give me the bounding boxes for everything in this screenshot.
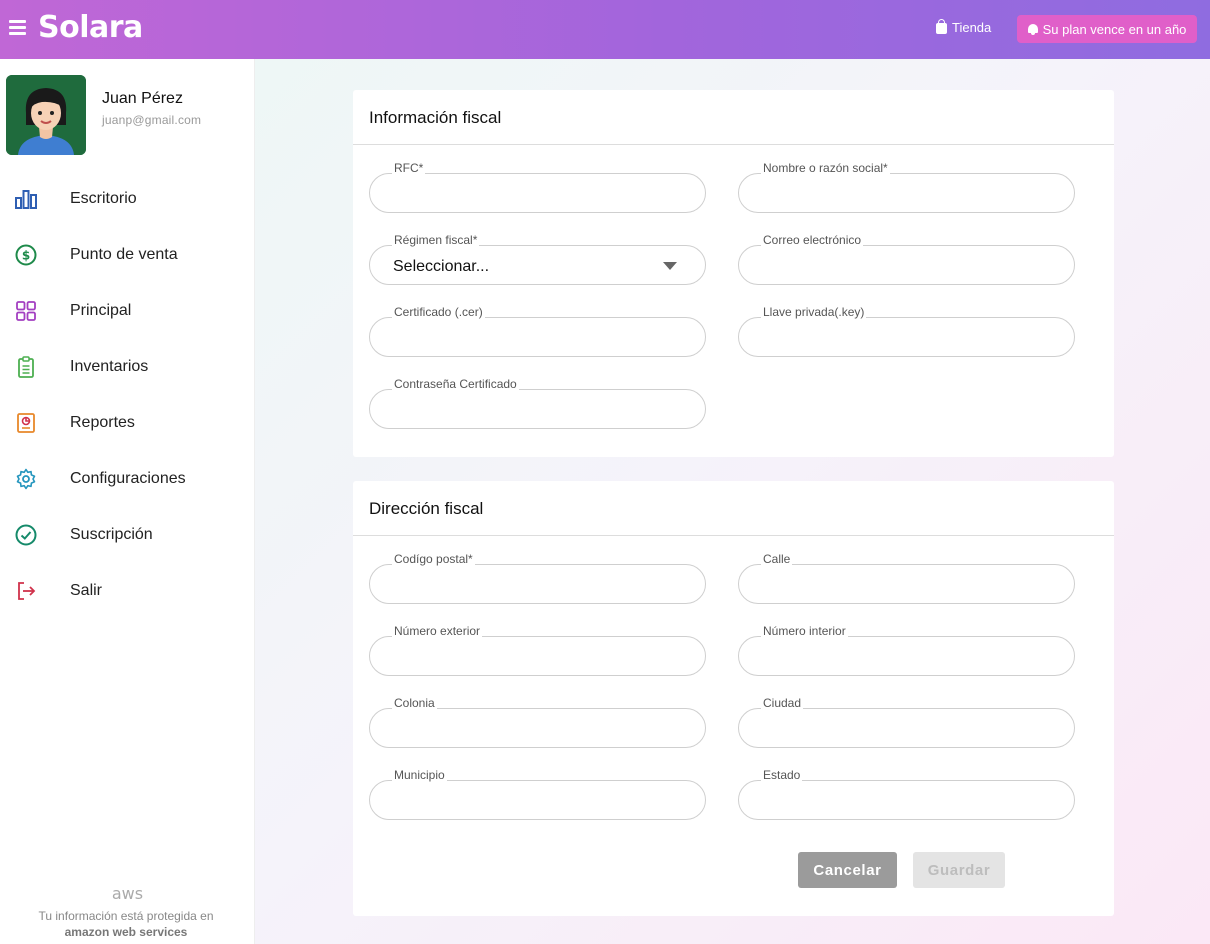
colonia-field[interactable]: Colonia [369, 696, 706, 748]
street-field[interactable]: Calle [738, 552, 1075, 604]
avatar[interactable] [6, 75, 86, 155]
field-label: Número exterior [392, 624, 483, 638]
sidebar-item-punto-de-venta[interactable]: $ Punto de venta [0, 235, 255, 275]
svg-text:$: $ [22, 249, 30, 263]
store-label: Tienda [952, 20, 992, 35]
field-label: Régimen fiscal* [392, 233, 480, 247]
plan-expiry-button[interactable]: Su plan vence en un año [1017, 15, 1197, 43]
certificate-password-field[interactable]: Contraseña Certificado [369, 377, 706, 429]
bell-icon [1027, 23, 1038, 35]
field-label: Calle [761, 552, 793, 566]
sidebar: Juan Pérez juanp@gmail.com Escritorio $ … [0, 59, 255, 944]
field-label: Contraseña Certificado [392, 377, 519, 391]
sidebar-item-label: Escritorio [70, 190, 137, 207]
cancel-button[interactable]: Cancelar [798, 852, 897, 888]
gear-icon [16, 468, 36, 490]
field-label: Ciudad [761, 696, 804, 710]
check-circle-icon [15, 524, 37, 546]
field-label: Municipio [392, 768, 447, 782]
fiscal-address-card: Dirección fiscal Codígo postal* Calle Nú… [353, 481, 1114, 916]
field-label: Codígo postal* [392, 552, 475, 566]
state-field[interactable]: Estado [738, 768, 1075, 820]
field-label: Colonia [392, 696, 437, 710]
private-key-file-field[interactable]: Llave privada(.key) [738, 305, 1075, 357]
plan-label: Su plan vence en un año [1042, 21, 1187, 37]
dollar-circle-icon: $ [15, 244, 37, 266]
hamburger-menu-icon[interactable] [9, 20, 26, 35]
field-label: Estado [761, 768, 803, 782]
save-button[interactable]: Guardar [913, 852, 1005, 888]
grid-icon [16, 301, 36, 321]
aws-security-note: Tu información está protegida en amazon … [0, 908, 252, 940]
municipality-field[interactable]: Municipio [369, 768, 706, 820]
field-label: Llave privada(.key) [761, 305, 867, 319]
sidebar-item-label: Configuraciones [70, 470, 186, 487]
main-content: Información fiscal RFC* Nombre o razón s… [255, 59, 1210, 944]
field-label: Correo electrónico [761, 233, 864, 247]
store-link[interactable]: Tienda [936, 19, 992, 35]
sidebar-item-escritorio[interactable]: Escritorio [0, 179, 255, 219]
sidebar-item-label: Punto de venta [70, 246, 178, 263]
rfc-field[interactable]: RFC* [369, 161, 706, 213]
card-title: Dirección fiscal [369, 499, 484, 518]
report-icon [17, 413, 35, 433]
certificate-file-field[interactable]: Certificado (.cer) [369, 305, 706, 357]
aws-brand-text: amazon web services [64, 925, 188, 939]
sidebar-item-configuraciones[interactable]: Configuraciones [0, 459, 255, 499]
field-label: Número interior [761, 624, 848, 638]
user-email: juanp@gmail.com [102, 113, 202, 127]
bar-chart-icon [15, 190, 37, 209]
business-name-field[interactable]: Nombre o razón social* [738, 161, 1075, 213]
sidebar-item-label: Reportes [70, 414, 135, 431]
aws-note-text: Tu información está protegida en [38, 909, 214, 923]
exterior-number-field[interactable]: Número exterior [369, 624, 706, 676]
field-label: Certificado (.cer) [392, 305, 485, 319]
interior-number-field[interactable]: Número interior [738, 624, 1075, 676]
chevron-down-icon [663, 262, 677, 270]
top-bar: Solara Tienda Su plan vence en un año [0, 0, 1210, 59]
divider [353, 144, 1114, 145]
user-name: Juan Pérez [102, 90, 183, 107]
divider [353, 535, 1114, 536]
clipboard-icon [18, 356, 34, 378]
logout-icon [18, 582, 36, 600]
postal-code-field[interactable]: Codígo postal* [369, 552, 706, 604]
sidebar-item-label: Inventarios [70, 358, 149, 375]
email-field[interactable]: Correo electrónico [738, 233, 1075, 285]
fiscal-info-card: Información fiscal RFC* Nombre o razón s… [353, 90, 1114, 457]
tax-regime-select[interactable]: Régimen fiscal* Seleccionar... [369, 233, 706, 285]
sidebar-item-label: Suscripción [70, 526, 153, 543]
sidebar-item-reportes[interactable]: Reportes [0, 403, 255, 443]
sidebar-item-label: Principal [70, 302, 132, 319]
select-value: Seleccionar... [393, 258, 490, 275]
sidebar-item-salir[interactable]: Salir [0, 571, 255, 611]
card-title: Información fiscal [369, 108, 502, 127]
city-field[interactable]: Ciudad [738, 696, 1075, 748]
field-label: RFC* [392, 161, 426, 175]
shopping-bag-icon [936, 19, 947, 34]
sidebar-item-principal[interactable]: Principal [0, 291, 255, 331]
app-logo[interactable]: Solara [38, 10, 143, 45]
aws-logo: aws [111, 884, 144, 903]
sidebar-item-label: Salir [70, 582, 103, 599]
field-label: Nombre o razón social* [761, 161, 890, 175]
sidebar-item-suscripcion[interactable]: Suscripción [0, 515, 255, 555]
sidebar-item-inventarios[interactable]: Inventarios [0, 347, 255, 387]
